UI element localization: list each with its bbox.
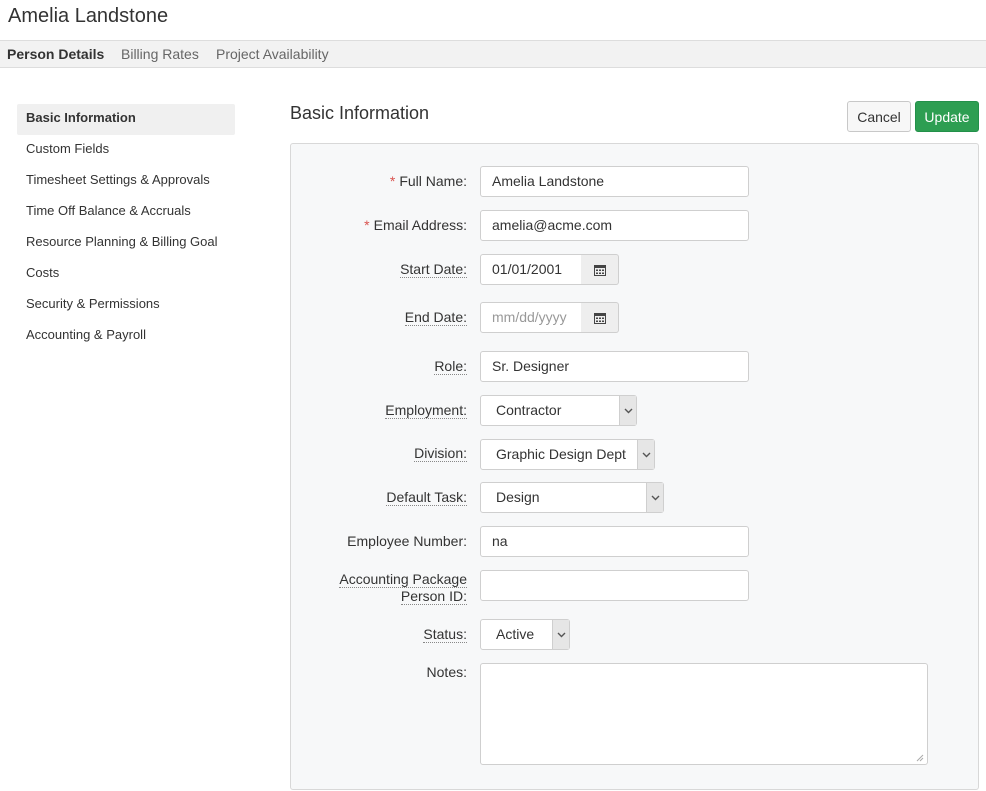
division-value: Graphic Design Dept — [496, 446, 626, 462]
employment-select[interactable]: Contractor — [480, 395, 637, 426]
email-field[interactable]: amelia@acme.com — [480, 210, 749, 241]
end-date-label: End Date: — [404, 309, 467, 326]
division-label: Division: — [414, 445, 467, 462]
employment-value: Contractor — [496, 402, 562, 418]
end-date-calendar-button[interactable] — [581, 302, 619, 333]
chevron-down-icon — [646, 483, 663, 512]
chevron-down-icon — [619, 396, 636, 425]
start-date-label: Start Date: — [400, 261, 467, 278]
sidebar-item-basic-information[interactable]: Basic Information — [17, 104, 235, 135]
status-label: Status: — [423, 626, 467, 643]
sidebar-item-security-permissions[interactable]: Security & Permissions — [17, 290, 235, 321]
tab-bar: Person Details Billing Rates Project Ava… — [0, 40, 986, 68]
resize-grip-icon[interactable] — [915, 753, 924, 762]
tab-billing-rates[interactable]: Billing Rates — [121, 46, 199, 62]
default-task-select[interactable]: Design — [480, 482, 664, 513]
employee-number-label: Employee Number: — [347, 533, 467, 549]
page-title: Amelia Landstone — [8, 5, 169, 27]
sidebar-nav: Basic Information Custom Fields Timeshee… — [17, 104, 235, 352]
end-date-field[interactable]: mm/dd/yyyy — [480, 302, 582, 333]
status-value: Active — [496, 626, 535, 642]
status-select[interactable]: Active — [480, 619, 570, 650]
sidebar-item-accounting-payroll[interactable]: Accounting & Payroll — [17, 321, 235, 352]
sidebar-item-time-off-balance[interactable]: Time Off Balance & Accruals — [17, 197, 235, 228]
cancel-button[interactable]: Cancel — [847, 101, 911, 132]
sidebar-item-timesheet-settings[interactable]: Timesheet Settings & Approvals — [17, 166, 235, 197]
accounting-id-label: Accounting Package Person ID: — [339, 571, 467, 605]
chevron-down-icon — [637, 440, 654, 469]
email-label: * Email Address: — [364, 217, 467, 233]
update-button[interactable]: Update — [915, 101, 979, 132]
notes-textarea[interactable] — [480, 663, 928, 765]
sidebar-item-resource-planning[interactable]: Resource Planning & Billing Goal — [17, 228, 235, 259]
calendar-icon — [593, 264, 606, 276]
calendar-icon — [593, 312, 606, 324]
tab-project-availability[interactable]: Project Availability — [216, 46, 329, 62]
section-title: Basic Information — [290, 103, 430, 123]
required-marker: * — [364, 217, 370, 233]
role-field[interactable]: Sr. Designer — [480, 351, 749, 382]
accounting-id-field[interactable] — [480, 570, 749, 601]
default-task-label: Default Task: — [386, 489, 467, 506]
chevron-down-icon — [552, 620, 569, 649]
full-name-label: * Full Name: — [389, 173, 467, 189]
role-label: Role: — [434, 358, 467, 375]
start-date-field[interactable]: 01/01/2001 — [480, 254, 582, 285]
employment-label: Employment: — [385, 402, 467, 419]
division-select[interactable]: Graphic Design Dept — [480, 439, 655, 470]
required-marker: * — [389, 173, 396, 189]
full-name-field[interactable]: Amelia Landstone — [480, 166, 749, 197]
employee-number-field[interactable]: na — [480, 526, 749, 557]
notes-label: Notes: — [426, 664, 467, 680]
sidebar-item-custom-fields[interactable]: Custom Fields — [17, 135, 235, 166]
start-date-calendar-button[interactable] — [581, 254, 619, 285]
sidebar-item-costs[interactable]: Costs — [17, 259, 235, 290]
default-task-value: Design — [496, 489, 540, 505]
tab-person-details[interactable]: Person Details — [7, 46, 104, 62]
